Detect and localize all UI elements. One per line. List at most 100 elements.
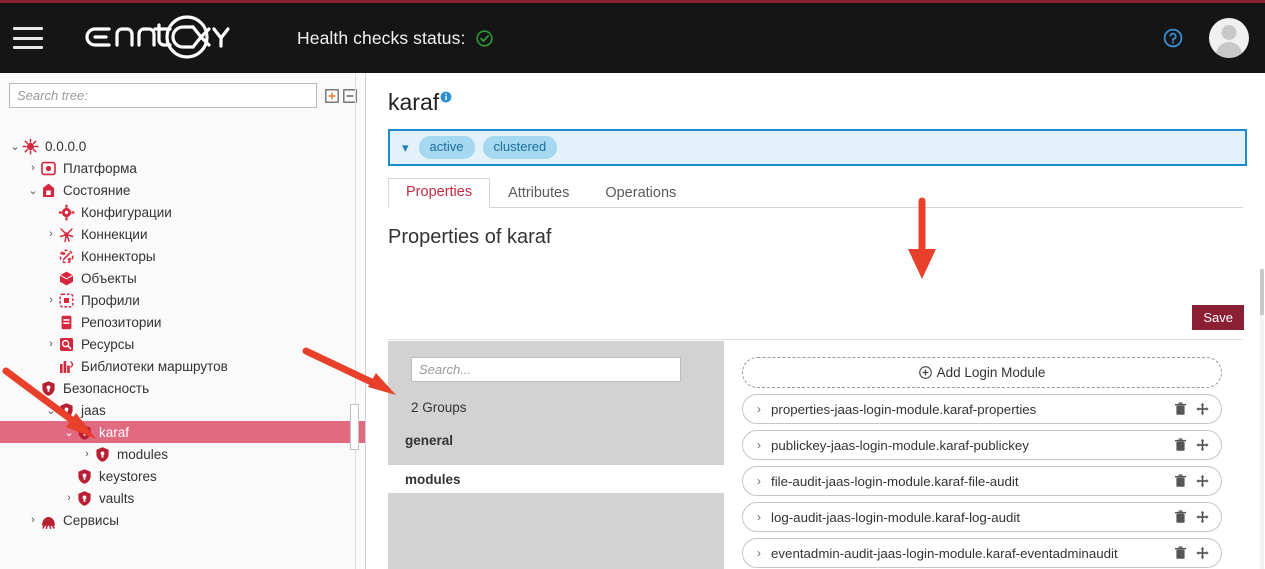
login-module-name: publickey-jaas-login-module.karaf-public…	[771, 438, 1174, 453]
app-body: ⌄ 0.0.0.0 ›Платформа ⌄ Состояние Конфигурации…	[0, 73, 1265, 569]
chevron-down-icon[interactable]: ⌄	[62, 425, 76, 439]
chevron-right-icon[interactable]: ›	[26, 161, 40, 175]
tree-item-0-0-0-0[interactable]: ⌄ 0.0.0.0	[0, 135, 365, 157]
sidebar-scrollbar-track[interactable]	[355, 73, 356, 569]
tree-item-конфигурации[interactable]: Конфигурации	[0, 201, 365, 223]
chevron-right-icon[interactable]: ›	[26, 513, 40, 527]
group-item-modules[interactable]: modules	[388, 465, 724, 493]
avatar-body	[1216, 42, 1242, 58]
groups-search-input[interactable]	[411, 357, 681, 382]
trash-icon[interactable]	[1174, 474, 1187, 488]
main-scrollbar-thumb[interactable]	[1260, 269, 1264, 315]
login-modules-list: ›properties-jaas-login-module.karaf-prop…	[742, 394, 1242, 568]
tree-item-label: Состояние	[63, 183, 130, 198]
chevron-down-icon[interactable]: ⌄	[8, 139, 22, 153]
resources-icon	[58, 336, 75, 353]
login-module-row[interactable]: ›eventadmin-audit-jaas-login-module.kara…	[742, 538, 1222, 568]
chevron-right-icon[interactable]: ›	[44, 337, 58, 351]
expand-all-icon[interactable]	[325, 89, 339, 103]
tree-item-состояние[interactable]: ⌄ Состояние	[0, 179, 365, 201]
add-login-module-button[interactable]: Add Login Module	[742, 357, 1222, 388]
move-arrows-icon[interactable]	[1196, 510, 1209, 524]
tree-item-label: jaas	[81, 403, 106, 418]
tree-item-label: Объекты	[81, 271, 137, 286]
chevron-down-icon[interactable]: ▾	[402, 140, 409, 156]
avatar-head	[1222, 25, 1237, 40]
tree-item-jaas[interactable]: ⌄ jaas	[0, 399, 365, 421]
tree-item-karaf[interactable]: ⌄karaf›	[0, 421, 365, 443]
login-module-row[interactable]: ›properties-jaas-login-module.karaf-prop…	[742, 394, 1222, 424]
tree-item-keystores[interactable]: keystores	[0, 465, 365, 487]
login-modules-panel: Add Login Module ›properties-jaas-login-…	[742, 341, 1242, 569]
chevron-down-icon[interactable]: ⌄	[26, 183, 40, 197]
groups-panel: 2 Groups generalmodules	[388, 341, 724, 569]
move-arrows-icon[interactable]	[1196, 474, 1209, 488]
tree-item-платформа[interactable]: ›Платформа	[0, 157, 365, 179]
tree-item-label: Безопасность	[63, 381, 149, 396]
trash-icon[interactable]	[1174, 438, 1187, 452]
tree-item-ресурсы[interactable]: ›Ресурсы	[0, 333, 365, 355]
chevron-right-icon[interactable]: ›	[80, 447, 94, 461]
navigation-sidebar: ⌄ 0.0.0.0 ›Платформа ⌄ Состояние Конфигурации…	[0, 73, 366, 569]
chevron-right-icon[interactable]: ›	[44, 293, 58, 307]
groups-search-wrap	[388, 341, 724, 382]
save-button[interactable]: Save	[1192, 305, 1244, 330]
tree-item-профили[interactable]: › Профили	[0, 289, 365, 311]
chevron-right-icon[interactable]: ›	[757, 546, 761, 560]
login-module-row[interactable]: › log-audit-jaas-login-module.karaf-log-a…	[742, 502, 1222, 532]
chevron-right-icon[interactable]: ›	[44, 227, 58, 241]
chevron-right-icon[interactable]: ›	[757, 438, 761, 452]
repositories-icon	[58, 314, 75, 331]
tree-item-репозитории[interactable]: Репозитории	[0, 311, 365, 333]
chevron-down-icon[interactable]: ⌄	[26, 381, 40, 395]
login-module-name: log-audit-jaas-login-module.karaf-log-au…	[771, 510, 1174, 525]
move-arrows-icon[interactable]	[1196, 546, 1209, 560]
tree-item-безопасность[interactable]: ⌄ Безопасность	[0, 377, 365, 399]
tree-item-label: keystores	[99, 469, 157, 484]
tree-item-сервисы[interactable]: ›Сервисы	[0, 509, 365, 531]
tree-item-label: Коннекции	[81, 227, 148, 242]
tree-item-объекты[interactable]: Объекты	[0, 267, 365, 289]
sidebar-scrollbar-thumb[interactable]	[350, 404, 359, 450]
move-arrows-icon[interactable]	[1196, 438, 1209, 452]
chevron-right-icon[interactable]: ›	[62, 491, 76, 505]
tab-operations[interactable]: Operations	[587, 179, 694, 208]
main-content: karaf ▾ active clustered PropertiesAttri…	[367, 73, 1265, 569]
user-avatar-icon[interactable]	[1209, 18, 1249, 58]
tree-item-modules[interactable]: ›modules	[0, 443, 365, 465]
trash-icon[interactable]	[1174, 510, 1187, 524]
tree-item-label: Профили	[81, 293, 140, 308]
chevron-right-icon[interactable]: ›	[757, 474, 761, 488]
chevron-down-icon[interactable]: ⌄	[44, 403, 58, 417]
tree-item-vaults[interactable]: ›vaults	[0, 487, 365, 509]
objects-icon	[58, 270, 75, 287]
trash-icon[interactable]	[1174, 546, 1187, 560]
tree-item-label: 0.0.0.0	[45, 139, 86, 154]
login-module-row[interactable]: ›file-audit-jaas-login-module.karaf-file…	[742, 466, 1222, 496]
info-icon[interactable]	[440, 91, 452, 103]
entaxy-logo[interactable]	[75, 14, 235, 62]
security-icon	[94, 446, 111, 463]
chevron-right-icon[interactable]: ›	[757, 510, 761, 524]
profiles-icon	[58, 292, 75, 309]
help-circle-icon[interactable]	[1163, 28, 1183, 48]
trash-icon[interactable]	[1174, 402, 1187, 416]
root-node-icon	[22, 138, 39, 155]
tree-item-библиотеки-маршрутов[interactable]: Библиотеки маршрутов	[0, 355, 365, 377]
tree-item-label: Библиотеки маршрутов	[81, 359, 228, 374]
group-item-general[interactable]: general	[388, 426, 724, 454]
hamburger-menu-icon[interactable]	[13, 27, 43, 49]
login-module-row[interactable]: › publickey-jaas-login-module.karaf-publi…	[742, 430, 1222, 460]
check-circle-icon	[476, 30, 493, 47]
configuration-icon	[58, 204, 75, 221]
tab-attributes[interactable]: Attributes	[490, 179, 587, 208]
search-tree-input[interactable]	[9, 83, 317, 108]
tree-toggle-buttons	[325, 89, 357, 103]
tab-properties[interactable]: Properties	[388, 178, 490, 208]
move-arrows-icon[interactable]	[1196, 402, 1209, 416]
tree-item-коннекции[interactable]: › Коннекции	[0, 223, 365, 245]
tree-item-коннекторы[interactable]: Коннекторы	[0, 245, 365, 267]
group-item-label: modules	[405, 472, 461, 487]
login-module-actions	[1174, 438, 1209, 452]
chevron-right-icon[interactable]: ›	[757, 402, 761, 416]
